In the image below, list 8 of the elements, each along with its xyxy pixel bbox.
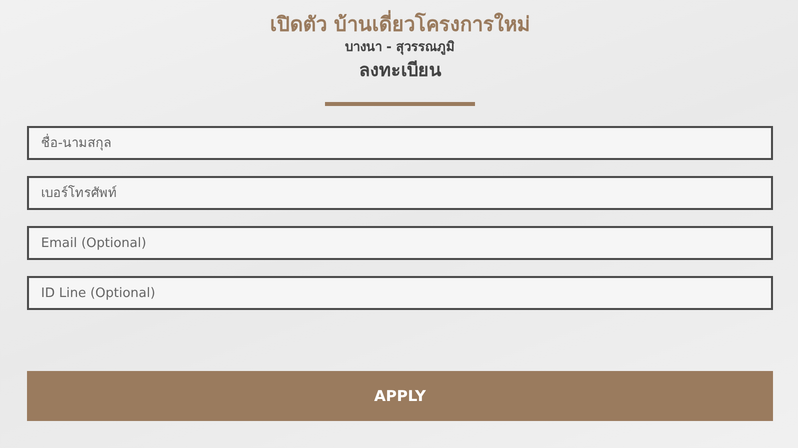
form-heading: ลงทะเบียน [359,59,441,83]
promo-title: เปิดตัว บ้านเดี่ยวโครงการใหม่ [270,10,530,38]
input-field[interactable]: เบอร์โทรศัพท์ [27,176,773,210]
location-subtitle: บางนา - สุวรรณภูมิ [344,39,456,57]
input-field[interactable]: ชื่อ-นามสกุล [27,126,773,160]
input-field[interactable]: Email (Optional) [27,226,773,260]
apply-button[interactable]: APPLY [27,371,773,421]
input-field[interactable]: ID Line (Optional) [27,276,773,310]
